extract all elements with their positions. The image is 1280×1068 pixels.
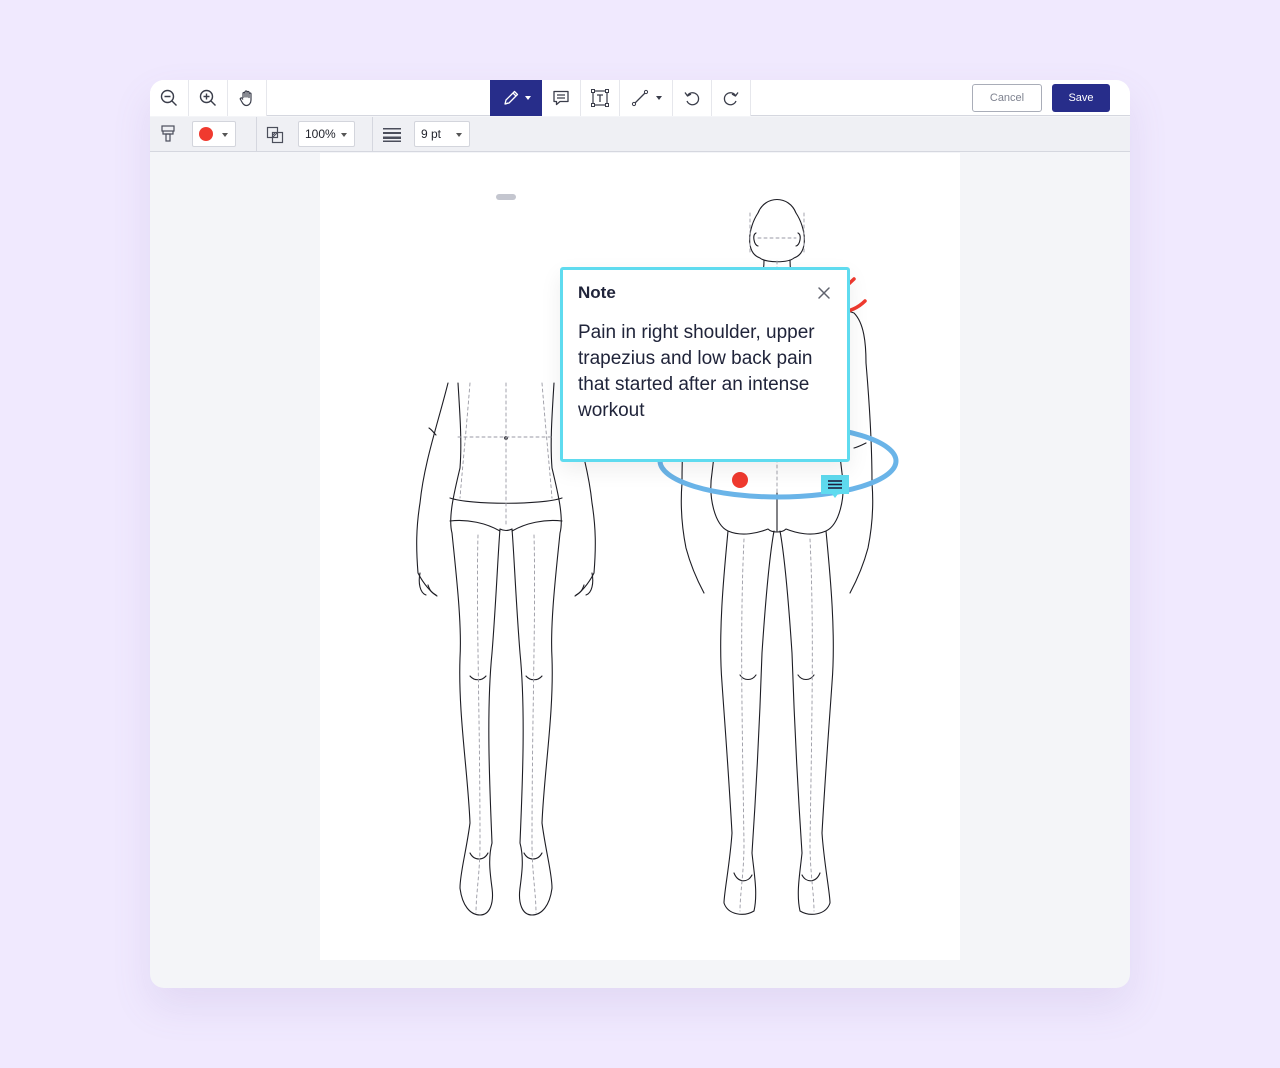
text-box-tool-button[interactable] — [581, 80, 620, 116]
note-body[interactable]: Pain in right shoulder, upper trapezius … — [578, 320, 840, 424]
note-close-button[interactable] — [813, 282, 835, 304]
opacity-icon — [266, 126, 284, 144]
chevron-down-icon — [222, 133, 228, 137]
chevron-down-icon — [341, 133, 347, 137]
color-swatch — [199, 127, 213, 141]
zoom-value: 100% — [305, 127, 336, 141]
cancel-button[interactable]: Cancel — [972, 84, 1042, 112]
redo-icon — [723, 92, 739, 106]
brush-icon — [161, 125, 175, 142]
redo-button[interactable] — [712, 80, 751, 116]
note-title: Note — [578, 283, 616, 302]
line-weight-dropdown[interactable]: 9 pt — [414, 121, 470, 147]
comment-tool-button[interactable] — [542, 80, 581, 116]
undo-icon — [684, 92, 700, 106]
opacity-button[interactable] — [266, 126, 284, 149]
stroke-color-dropdown[interactable] — [192, 121, 236, 147]
line-weight-icon — [383, 128, 401, 142]
zoom-in-button[interactable] — [189, 80, 228, 116]
brush-button[interactable] — [160, 125, 176, 148]
pen-tool-button[interactable] — [490, 80, 542, 116]
zoom-in-icon — [199, 89, 216, 106]
chevron-down-icon — [525, 96, 531, 100]
comment-marker[interactable] — [821, 475, 849, 499]
document-canvas[interactable]: Note Pain in right shoulder, upper trape… — [320, 153, 960, 960]
close-icon — [818, 287, 830, 299]
chevron-down-icon — [656, 96, 662, 100]
front-body-figure — [416, 382, 596, 916]
zoom-out-button[interactable] — [150, 80, 189, 116]
line-icon — [631, 89, 649, 107]
pen-icon — [504, 90, 519, 105]
format-toolbar: 100% 9 pt — [150, 117, 1130, 152]
note-popup: Note Pain in right shoulder, upper trape… — [560, 267, 850, 462]
zoom-out-icon — [160, 89, 177, 106]
save-button[interactable]: Save — [1052, 84, 1110, 112]
comment-icon — [553, 90, 569, 106]
zoom-dropdown[interactable]: 100% — [298, 121, 355, 147]
undo-button[interactable] — [673, 80, 712, 116]
text-box-icon — [591, 89, 609, 107]
hand-icon — [239, 90, 252, 107]
editor-window: Cancel Save 100% 9 pt Note Pain in right… — [150, 80, 1130, 988]
line-weight-button[interactable] — [383, 128, 401, 147]
chevron-down-icon — [456, 133, 462, 137]
note-anchor-handle — [496, 194, 516, 200]
main-toolbar: Cancel Save — [150, 80, 1130, 116]
line-weight-value: 9 pt — [421, 127, 442, 141]
pan-button[interactable] — [228, 80, 267, 116]
line-tool-button[interactable] — [620, 80, 673, 116]
comment-marker-icon — [821, 475, 849, 498]
